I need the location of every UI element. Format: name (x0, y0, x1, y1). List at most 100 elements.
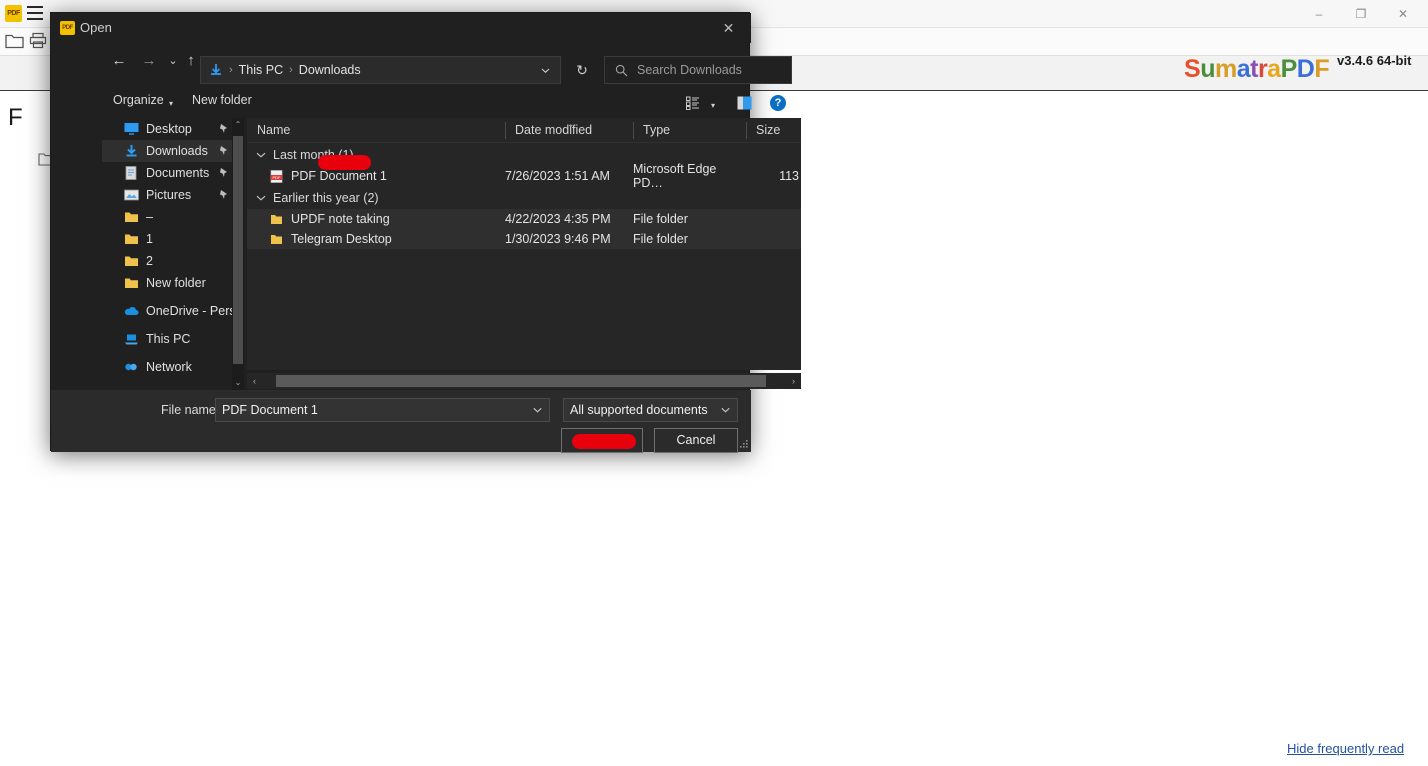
hide-frequently-read-link[interactable]: Hide frequently read (1287, 741, 1404, 756)
new-folder-button[interactable]: New folder (192, 93, 252, 107)
cancel-button[interactable]: Cancel (654, 428, 738, 453)
sumatrapdf-version-label: v3.4.6 64-bit (1337, 53, 1412, 68)
breadcrumb[interactable]: › This PC › Downloads (200, 56, 561, 84)
sidebar-item-onedrive[interactable]: OneDrive - Person (102, 300, 243, 322)
logo-letter: a (1267, 55, 1281, 83)
downloads-icon (211, 64, 221, 75)
scrollbar-track[interactable] (262, 375, 786, 387)
sidebar-item-label: Documents (146, 166, 210, 180)
view-mode-icon[interactable] (686, 96, 700, 110)
open-file-icon[interactable] (5, 32, 25, 49)
logo-letter: S (1184, 55, 1201, 83)
file-group-label: Earlier this year (2) (273, 190, 379, 205)
logo-letter: a (1236, 55, 1251, 83)
sidebar-item-desktop[interactable]: Desktop (102, 118, 243, 140)
pdf-file-icon: PDF (270, 169, 283, 183)
scrollbar-thumb[interactable] (276, 375, 766, 387)
window-close-button[interactable]: ✕ (1380, 0, 1426, 28)
file-list-horizontal-scrollbar[interactable]: ‹ › (247, 373, 801, 389)
scroll-left-button[interactable]: ‹ (247, 376, 262, 386)
sidebar-item-label: 1 (146, 232, 153, 246)
documents-icon (125, 166, 137, 180)
table-row[interactable]: Telegram Desktop 1/30/2023 9:46 PM File … (247, 229, 801, 249)
column-header-size[interactable]: Size (746, 118, 801, 143)
sidebar-item-label: Network (146, 360, 192, 374)
logo-letter: D (1296, 55, 1315, 83)
dialog-titlebar: PDF Open ✕ (51, 13, 751, 43)
print-icon[interactable] (29, 32, 47, 49)
sidebar-item-documents[interactable]: Documents (102, 162, 243, 184)
chevron-down-icon[interactable]: ▾ (711, 101, 715, 110)
scrollbar-thumb[interactable] (233, 136, 243, 364)
sidebar-item-label: Pictures (146, 188, 192, 202)
nav-forward-button[interactable]: → (137, 49, 161, 73)
sidebar-item-folder-1[interactable]: 1 (102, 228, 243, 250)
sidebar-item-folder-2[interactable]: 2 (102, 250, 243, 272)
pin-icon[interactable] (219, 167, 229, 178)
chevron-down-icon[interactable] (541, 66, 550, 75)
pin-icon[interactable] (219, 189, 229, 200)
file-date-cell: 4/22/2023 4:35 PM (505, 212, 611, 226)
folder-icon (271, 234, 282, 244)
refresh-button[interactable]: ↻ (571, 59, 593, 81)
downloads-icon (126, 145, 137, 157)
file-name-input[interactable]: PDF Document 1 (215, 398, 550, 422)
breadcrumb-item-this-pc[interactable]: This PC (239, 63, 283, 77)
open-file-dialog: PDF Open ✕ ← → ⌄ ↑ › This PC › Downloads… (50, 12, 801, 453)
logo-letter: F (1314, 55, 1330, 83)
pin-icon[interactable] (219, 145, 229, 156)
sidebar-item-this-pc[interactable]: This PC (102, 328, 243, 350)
sidebar-item-downloads[interactable]: Downloads (102, 140, 243, 162)
chevron-down-icon[interactable]: ▾ (169, 99, 173, 108)
pdf-icon: PDF (5, 5, 22, 22)
chevron-down-icon[interactable] (721, 407, 730, 414)
sidebar-item-label: 2 (146, 254, 153, 268)
pin-icon[interactable] (219, 123, 229, 134)
breadcrumb-separator: › (289, 64, 293, 76)
column-header-type[interactable]: Type (633, 118, 746, 143)
hamburger-menu-icon[interactable] (27, 6, 43, 20)
sidebar-item-dash-folder[interactable]: – (102, 206, 243, 228)
sidebar-scrollbar[interactable]: ⌃ ⌄ (232, 118, 244, 390)
scroll-down-button[interactable]: ⌄ (232, 376, 244, 390)
help-button[interactable]: ? (770, 95, 786, 111)
file-type-filter-value: All supported documents (570, 403, 708, 417)
search-icon (615, 64, 628, 76)
network-icon (125, 363, 137, 371)
sidebar-item-new-folder[interactable]: New folder (102, 272, 243, 294)
nav-back-button[interactable]: ← (107, 49, 131, 73)
folder-icon (271, 214, 282, 224)
dialog-sidebar: Desktop Downloads Documents Pictures – 1… (102, 118, 243, 390)
dialog-title: Open (80, 20, 112, 35)
chevron-down-icon[interactable] (256, 150, 266, 160)
dialog-command-bar: Organize ▾ New folder ▾ ? (51, 93, 786, 117)
file-type-cell: Microsoft Edge PD… (633, 162, 717, 190)
window-maximize-button[interactable]: ❐ (1338, 0, 1384, 28)
breadcrumb-item-downloads[interactable]: Downloads (299, 63, 361, 77)
sidebar-item-pictures[interactable]: Pictures (102, 184, 243, 206)
chevron-down-icon[interactable] (256, 193, 266, 203)
sumatrapdf-logo: SumatraPDF (1184, 55, 1330, 84)
folder-icon (125, 212, 138, 222)
dialog-close-button[interactable]: ✕ (706, 13, 751, 43)
preview-pane-icon[interactable] (737, 96, 752, 110)
logo-letter: u (1200, 55, 1215, 83)
file-name-label: Telegram Desktop (291, 232, 392, 246)
sidebar-item-network[interactable]: Network (102, 356, 243, 378)
search-input[interactable]: Search Downloads (604, 56, 792, 84)
column-header-name[interactable]: Name (247, 118, 505, 143)
file-type-filter-select[interactable]: All supported documents (563, 398, 738, 422)
logo-letter: m (1214, 55, 1237, 83)
window-minimize-button[interactable]: – (1296, 0, 1342, 28)
breadcrumb-separator: › (229, 64, 233, 76)
chevron-down-icon[interactable] (533, 407, 542, 414)
scroll-up-button[interactable]: ⌃ (232, 118, 244, 132)
organize-button[interactable]: Organize (113, 93, 164, 107)
resize-grip-icon[interactable] (739, 439, 749, 449)
table-row[interactable]: UPDF note taking 4/22/2023 4:35 PM File … (247, 209, 801, 229)
pictures-icon (124, 189, 139, 201)
sidebar-item-label: Desktop (146, 122, 192, 136)
file-size-cell: 113 (779, 169, 799, 183)
folder-icon (125, 256, 138, 266)
scroll-right-button[interactable]: › (786, 376, 801, 386)
